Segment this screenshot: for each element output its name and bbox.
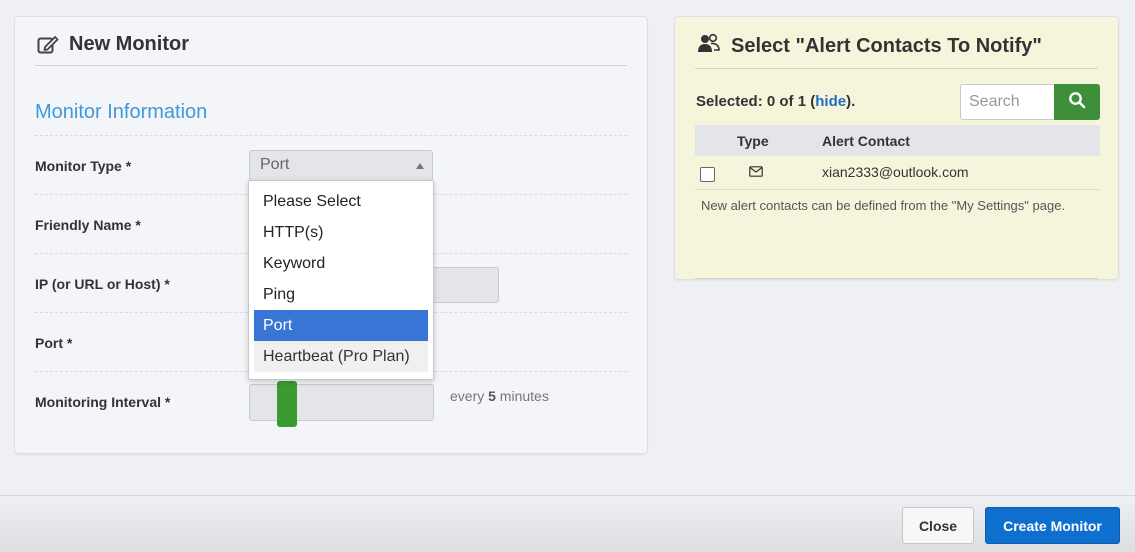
hide-link[interactable]: hide: [815, 93, 846, 110]
contact-email: xian2333@outlook.com: [822, 156, 1100, 190]
option-port[interactable]: Port: [254, 310, 428, 341]
option-https[interactable]: HTTP(s): [254, 217, 428, 248]
modal-footer: Close Create Monitor: [0, 495, 1135, 552]
alert-contacts-title-text: Select "Alert Contacts To Notify": [731, 34, 1042, 57]
header-checkbox: [695, 125, 737, 156]
search-icon: [1068, 91, 1086, 114]
users-icon: [697, 33, 721, 59]
search-input[interactable]: [960, 84, 1055, 120]
panel-title: New Monitor: [37, 33, 189, 56]
create-monitor-button[interactable]: Create Monitor: [985, 507, 1120, 544]
bottom-divider: [695, 278, 1098, 279]
header-contact: Alert Contact: [822, 125, 1100, 156]
option-heartbeat[interactable]: Heartbeat (Pro Plan): [254, 341, 428, 372]
contacts-table: Type Alert Contact xian2333@outlook.com: [695, 125, 1100, 190]
contact-checkbox[interactable]: [700, 166, 715, 182]
caret-up-icon: [416, 163, 424, 169]
envelope-icon: [749, 164, 763, 180]
monitor-type-select[interactable]: Port: [249, 150, 433, 181]
slider-handle[interactable]: [277, 381, 297, 427]
selected-count-value: 0 of 1: [766, 93, 807, 110]
option-keyword[interactable]: Keyword: [254, 248, 428, 279]
table-header-row: Type Alert Contact: [695, 125, 1100, 156]
alert-contacts-panel: Select "Alert Contacts To Notify" Select…: [674, 16, 1119, 280]
title-divider: [35, 65, 627, 66]
interval-label: Monitoring Interval *: [35, 394, 171, 410]
option-please-select[interactable]: Please Select: [254, 186, 428, 217]
contacts-note: New alert contacts can be defined from t…: [701, 198, 1066, 213]
interval-text: every 5 minutes: [450, 388, 549, 404]
selected-count: Selected: 0 of 1 (hide).: [696, 93, 856, 110]
edit-icon: [37, 35, 59, 55]
monitor-type-dropdown[interactable]: Please Select HTTP(s) Keyword Ping Port …: [248, 180, 434, 380]
ip-label: IP (or URL or Host) *: [35, 276, 170, 292]
search-button[interactable]: [1054, 84, 1100, 120]
title-divider: [695, 68, 1098, 69]
option-ping[interactable]: Ping: [254, 279, 428, 310]
monitor-type-value: Port: [260, 156, 290, 173]
header-type: Type: [737, 125, 822, 156]
monitor-type-label: Monitor Type *: [35, 158, 132, 174]
friendly-name-label: Friendly Name *: [35, 217, 141, 233]
interval-slider[interactable]: [249, 381, 434, 427]
port-label: Port *: [35, 335, 73, 351]
panel-title-text: New Monitor: [69, 33, 189, 55]
alert-contacts-title: Select "Alert Contacts To Notify": [697, 33, 1042, 59]
section-title: Monitor Information: [35, 101, 208, 123]
table-row: xian2333@outlook.com: [695, 156, 1100, 190]
interval-value: 5: [488, 388, 496, 404]
close-button[interactable]: Close: [902, 507, 974, 544]
